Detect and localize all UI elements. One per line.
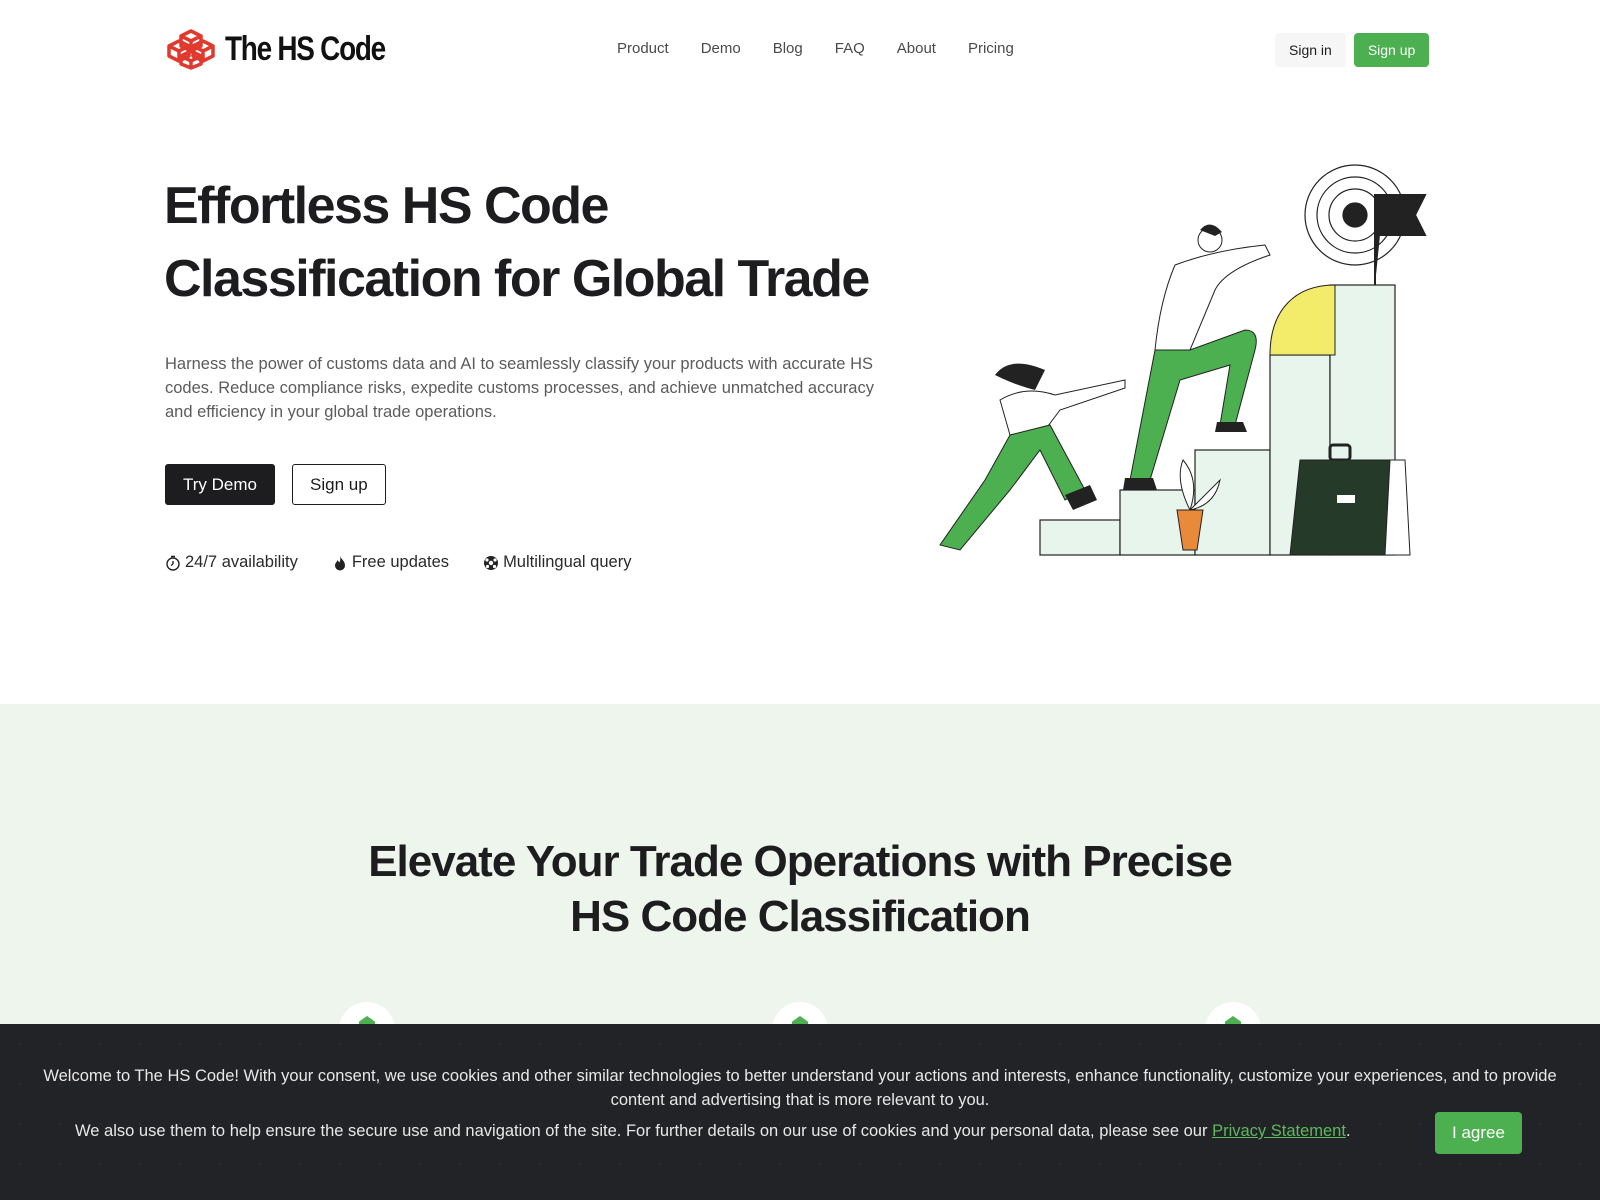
feature-updates: Free updates	[332, 553, 449, 572]
yellow-pie-shape	[1269, 284, 1336, 356]
cookie-banner: Welcome to The HS Code! With your consen…	[0, 1024, 1600, 1200]
cookie-details-prefix: We also use them to help ensure the secu…	[75, 1122, 1213, 1140]
try-demo-button[interactable]: Try Demo	[165, 464, 275, 505]
hero-title: Effortless HS Code Classification for Gl…	[164, 170, 884, 316]
nav-pricing[interactable]: Pricing	[968, 40, 1014, 57]
hero-title-line1: Effortless HS Code	[164, 177, 609, 235]
feature-label: 24/7 availability	[185, 553, 298, 571]
briefcase-icon	[1289, 443, 1411, 556]
sign-in-button[interactable]: Sign in	[1275, 33, 1346, 67]
cookie-details-text: We also use them to help ensure the secu…	[75, 1122, 1351, 1141]
sign-up-button[interactable]: Sign up	[1353, 33, 1430, 67]
hero-sign-up-button[interactable]: Sign up	[292, 464, 386, 505]
feature-label: Multilingual query	[503, 553, 632, 571]
section-title-line2: HS Code Classification	[570, 892, 1031, 941]
flame-icon	[334, 555, 345, 570]
feature-list: 24/7 availability Free updates Multiling…	[165, 553, 631, 572]
auth-buttons: Sign in Sign up	[1275, 33, 1430, 67]
section-title: Elevate Your Trade Operations with Preci…	[0, 834, 1600, 944]
feature-multilingual: Multilingual query	[483, 553, 631, 572]
main-nav: Product Demo Blog FAQ About Pricing	[617, 40, 1014, 57]
privacy-statement-link[interactable]: Privacy Statement	[1212, 1122, 1346, 1140]
nav-blog[interactable]: Blog	[773, 40, 803, 57]
cubes-logo-icon	[167, 29, 215, 70]
logo[interactable]: The HS Code	[165, 28, 420, 70]
flag-icon	[1374, 194, 1427, 285]
cookie-details-suffix: .	[1345, 1122, 1351, 1140]
cookie-consent-text: Welcome to The HS Code! With your consen…	[43, 1067, 1557, 1109]
hero-actions: Try Demo Sign up	[165, 464, 386, 505]
section-title-line1: Elevate Your Trade Operations with Preci…	[368, 837, 1233, 886]
hero-illustration	[939, 164, 1427, 556]
feature-availability: 24/7 availability	[165, 553, 298, 572]
hero-description: Harness the power of customs data and AI…	[165, 355, 874, 421]
stopwatch-icon	[166, 555, 180, 571]
nav-faq[interactable]: FAQ	[835, 40, 865, 57]
site-header: The HS Code Product Demo Blog FAQ About …	[0, 0, 1600, 100]
nav-product[interactable]: Product	[617, 40, 669, 57]
feature-label: Free updates	[351, 553, 450, 571]
hero-title-line2: Classification for Global Trade	[164, 250, 870, 308]
soccer-ball-icon	[484, 555, 499, 570]
agree-button[interactable]: I agree	[1435, 1112, 1522, 1154]
nav-demo[interactable]: Demo	[701, 40, 741, 57]
logo-text: The HS Code	[225, 29, 386, 68]
nav-about[interactable]: About	[897, 40, 936, 57]
